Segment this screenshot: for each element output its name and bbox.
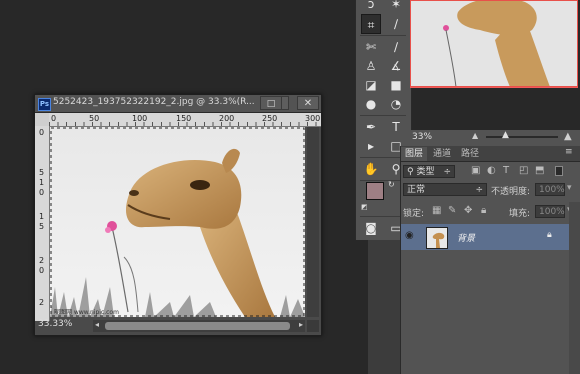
document-title-bar[interactable]: Ps 5252423_193752322192_2.jpg @ 33.3%(R.… — [35, 95, 321, 113]
crop-icon[interactable]: ⌗ — [361, 14, 381, 34]
type-icon[interactable]: T — [386, 117, 406, 137]
layer-name[interactable]: 背景 — [457, 231, 475, 244]
lock-transparent-icon[interactable]: ▦ — [432, 205, 441, 216]
navigator-preview[interactable] — [410, 0, 578, 88]
ruler-tick-label: 0 — [39, 266, 45, 275]
ruler-tick-label: 2 — [39, 256, 45, 265]
filter-toggle-icon[interactable] — [555, 166, 563, 176]
document-window[interactable]: Ps 5252423_193752322192_2.jpg @ 33.3%(R.… — [34, 94, 322, 336]
blur-icon[interactable]: ● — [361, 94, 381, 114]
ruler-tick-label: 1 — [39, 212, 45, 221]
brush-icon[interactable]: ∕ — [386, 37, 406, 57]
kind-filter-select[interactable]: ⚲ 类型 ÷ — [403, 165, 455, 178]
scrollbar-thumb[interactable] — [105, 322, 290, 330]
panel-dock-gutter — [368, 240, 400, 374]
scroll-left-icon[interactable]: ◂ — [95, 320, 99, 329]
camel-photo — [50, 127, 305, 317]
stamp-icon[interactable]: ♙ — [361, 56, 381, 76]
adjustment-filter-icon[interactable]: ◐ — [487, 165, 496, 176]
vertical-scrollbar[interactable] — [307, 127, 319, 317]
ruler-tick-label: 0 — [39, 128, 45, 137]
panel-tabs: 图层 通道 路径 ≡ — [401, 146, 580, 162]
pixel-filter-icon[interactable]: ▣ — [471, 165, 480, 176]
smart-object-filter-icon[interactable]: ⬒ — [535, 165, 544, 176]
tab-channels[interactable]: 通道 — [429, 147, 455, 161]
layers-panel: 图层 通道 路径 ≡ ⚲ 类型 ÷ ▣ ◐ T ◰ ⬒ 正常 ÷ 不透明度: 100… — [400, 146, 580, 374]
history-brush-icon[interactable]: ∡ — [386, 56, 406, 76]
fill-input[interactable]: 100% — [535, 205, 565, 218]
dropdown-arrow-icon: ÷ — [443, 167, 451, 177]
hand-icon[interactable]: ✋ — [361, 159, 381, 179]
document-title: 5252423_193752322192_2.jpg @ 33.3%(R... — [53, 97, 255, 107]
layer-thumbnail-image — [427, 228, 447, 248]
photoshop-icon: Ps — [38, 98, 51, 111]
opacity-label: 不透明度: — [491, 187, 531, 197]
layer-lock-icon: 🔒︎ — [547, 230, 552, 240]
kind-filter-label: 类型 — [416, 167, 435, 177]
eraser-icon[interactable]: ◪ — [361, 75, 381, 95]
panel-menu-icon[interactable]: ≡ — [565, 147, 573, 157]
layer-thumbnail — [426, 227, 448, 249]
navigator-zoom[interactable]: 33% — [412, 132, 432, 142]
ruler-origin[interactable] — [35, 113, 49, 126]
dropdown-arrow-icon: ÷ — [475, 185, 483, 195]
gradient-icon[interactable]: ■ — [386, 75, 406, 95]
ruler-tick-label: 1 — [39, 178, 45, 187]
lock-pixels-icon[interactable]: ✎ — [448, 205, 456, 216]
visibility-eye-icon[interactable]: ◉ — [405, 230, 414, 241]
dodge-icon[interactable]: ◔ — [386, 94, 406, 114]
healing-brush-icon[interactable]: ✄ — [361, 37, 381, 57]
lock-all-icon[interactable]: 🔒︎ — [481, 205, 486, 216]
zoom-out-icon[interactable]: ▲ — [472, 131, 478, 140]
swap-colors-icon[interactable]: ↻ — [388, 180, 395, 189]
zoom-level[interactable]: 33.33% — [38, 319, 72, 329]
fill-label: 填充: — [509, 209, 531, 219]
ruler-tick-label: 2 — [39, 298, 45, 307]
ruler-tick-label: 0 — [39, 188, 45, 197]
close-button[interactable]: ✕ — [297, 96, 319, 110]
zoom-slider[interactable] — [486, 136, 558, 138]
vertical-ruler[interactable]: 0 5 1 0 1 5 2 0 2 — [35, 126, 50, 321]
restore-button[interactable]: □ — [260, 96, 282, 110]
tab-layers[interactable]: 图层 — [401, 147, 428, 161]
default-colors-icon[interactable]: ◩ — [361, 203, 368, 211]
layer-row-background[interactable]: ◉ 背景 🔒︎ — [401, 224, 569, 250]
horizontal-ruler[interactable]: 0 50 100 150 200 250 300 — [49, 113, 321, 127]
path-select-icon[interactable]: ▸ — [361, 136, 381, 156]
navigator-thumbnail — [410, 0, 578, 87]
opacity-dropdown-icon[interactable]: ▾ — [567, 183, 572, 193]
blend-mode-value: 正常 — [407, 185, 426, 195]
magic-wand-icon[interactable]: ✶ — [386, 0, 406, 14]
foreground-color-swatch[interactable] — [366, 182, 384, 200]
zoom-slider-thumb[interactable]: ▲ — [502, 130, 509, 140]
resize-grip-icon[interactable] — [307, 320, 319, 332]
type-filter-icon[interactable]: T — [503, 165, 509, 176]
eyedropper-icon[interactable]: ∕ — [386, 14, 406, 34]
tab-paths[interactable]: 路径 — [457, 147, 483, 161]
navigator-bar: 33% ▲ ▲ ▲ — [410, 130, 580, 146]
zoom-in-icon[interactable]: ▲ — [564, 131, 572, 142]
lasso-icon[interactable]: ↄ — [361, 0, 381, 14]
panel-scrollbar[interactable] — [569, 202, 580, 374]
shape-filter-icon[interactable]: ◰ — [519, 165, 528, 176]
watermark: 昵图网 www.nipic.com — [54, 309, 119, 316]
ruler-tick-label: 5 — [39, 168, 45, 177]
ruler-tick-label: 5 — [39, 222, 45, 231]
image-canvas[interactable]: 昵图网 www.nipic.com — [50, 127, 305, 317]
lock-label: 锁定: — [403, 209, 425, 219]
scroll-right-icon[interactable]: ▸ — [299, 320, 303, 329]
quick-mask-icon[interactable]: ◙ — [361, 218, 381, 238]
blend-mode-select[interactable]: 正常 ÷ — [403, 183, 487, 196]
lock-position-icon[interactable]: ✥ — [464, 205, 472, 216]
horizontal-scrollbar[interactable]: ◂ ▸ — [93, 320, 305, 332]
opacity-input[interactable]: 100% — [535, 183, 565, 196]
pen-icon[interactable]: ✒ — [361, 117, 381, 137]
